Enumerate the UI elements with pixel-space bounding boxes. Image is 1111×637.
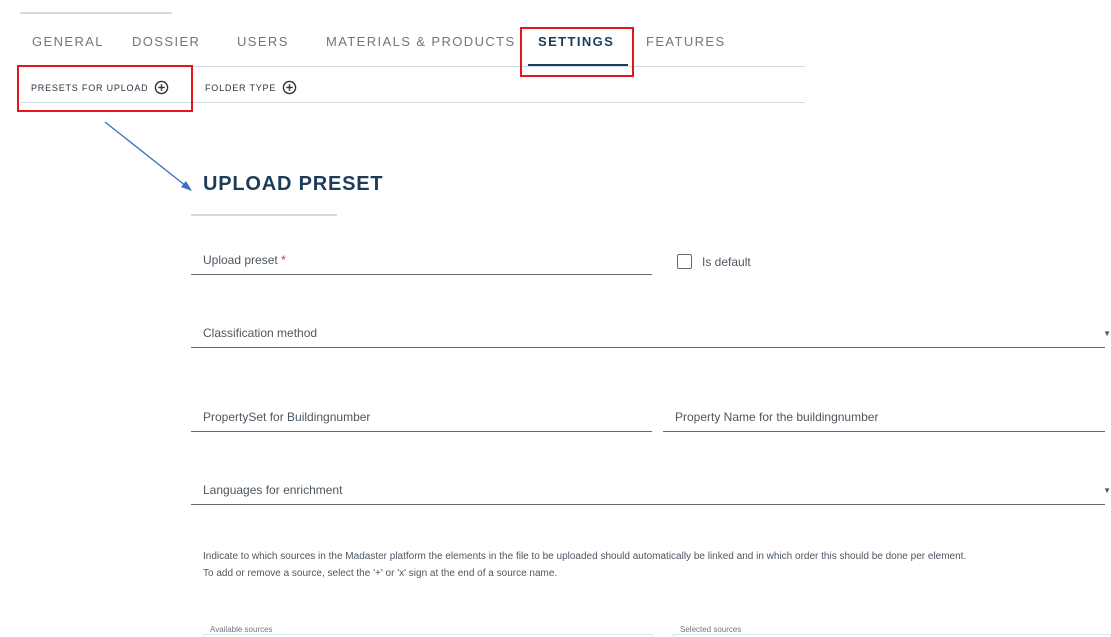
- tab-users[interactable]: USERS: [237, 34, 289, 49]
- required-mark: *: [281, 253, 286, 267]
- plus-circle-icon[interactable]: [154, 80, 169, 95]
- tab-materials-products[interactable]: MATERIALS & PRODUCTS: [326, 34, 516, 49]
- tab-settings[interactable]: SETTINGS: [538, 34, 614, 49]
- languages-label: Languages for enrichment: [203, 483, 343, 497]
- plus-circle-icon[interactable]: [282, 80, 297, 95]
- heading-accent-line: [191, 214, 337, 216]
- upload-preset-label-text: Upload preset: [203, 253, 278, 267]
- chevron-down-icon: ▼: [1103, 329, 1111, 338]
- propertyset-field[interactable]: PropertySet for Buildingnumber: [191, 408, 652, 432]
- subtab-label: PRESETS FOR UPLOAD: [31, 82, 149, 93]
- propertyset-label: PropertySet for Buildingnumber: [203, 410, 371, 424]
- active-tab-indicator: [528, 64, 628, 66]
- property-name-field[interactable]: Property Name for the buildingnumber: [663, 408, 1105, 432]
- available-sources-label: Available sources: [210, 625, 273, 634]
- top-accent-line: [20, 12, 172, 14]
- tab-general[interactable]: GENERAL: [32, 34, 104, 49]
- subtab-folder-type[interactable]: FOLDER TYPE: [205, 80, 297, 95]
- help-text-line-2: To add or remove a source, select the '+…: [203, 568, 558, 579]
- tab-dossier[interactable]: DOSSIER: [132, 34, 200, 49]
- upload-preset-field[interactable]: Upload preset *: [191, 251, 652, 275]
- settings-subtabs: PRESETS FOR UPLOAD FOLDER TYPE: [20, 70, 805, 103]
- tab-features[interactable]: FEATURES: [646, 34, 726, 49]
- property-name-label: Property Name for the buildingnumber: [675, 410, 879, 424]
- is-default-checkbox-row[interactable]: Is default: [677, 254, 751, 269]
- subtab-label: FOLDER TYPE: [205, 82, 277, 93]
- is-default-checkbox[interactable]: [677, 254, 692, 269]
- is-default-label: Is default: [702, 254, 751, 269]
- page-title: UPLOAD PRESET: [203, 173, 384, 195]
- upload-preset-label: Upload preset *: [203, 253, 286, 267]
- help-text-line-1: Indicate to which sources in the Madaste…: [203, 551, 967, 562]
- classification-method-select[interactable]: Classification method ▼: [191, 324, 1111, 348]
- languages-select[interactable]: Languages for enrichment ▼: [191, 481, 1111, 505]
- classification-method-label: Classification method: [203, 326, 318, 340]
- subtab-presets-for-upload[interactable]: PRESETS FOR UPLOAD: [31, 80, 169, 95]
- main-tabs: GENERAL DOSSIER USERS MATERIALS & PRODUC…: [20, 30, 805, 67]
- chevron-down-icon: ▼: [1103, 486, 1111, 495]
- selected-sources-label: Selected sources: [680, 625, 742, 634]
